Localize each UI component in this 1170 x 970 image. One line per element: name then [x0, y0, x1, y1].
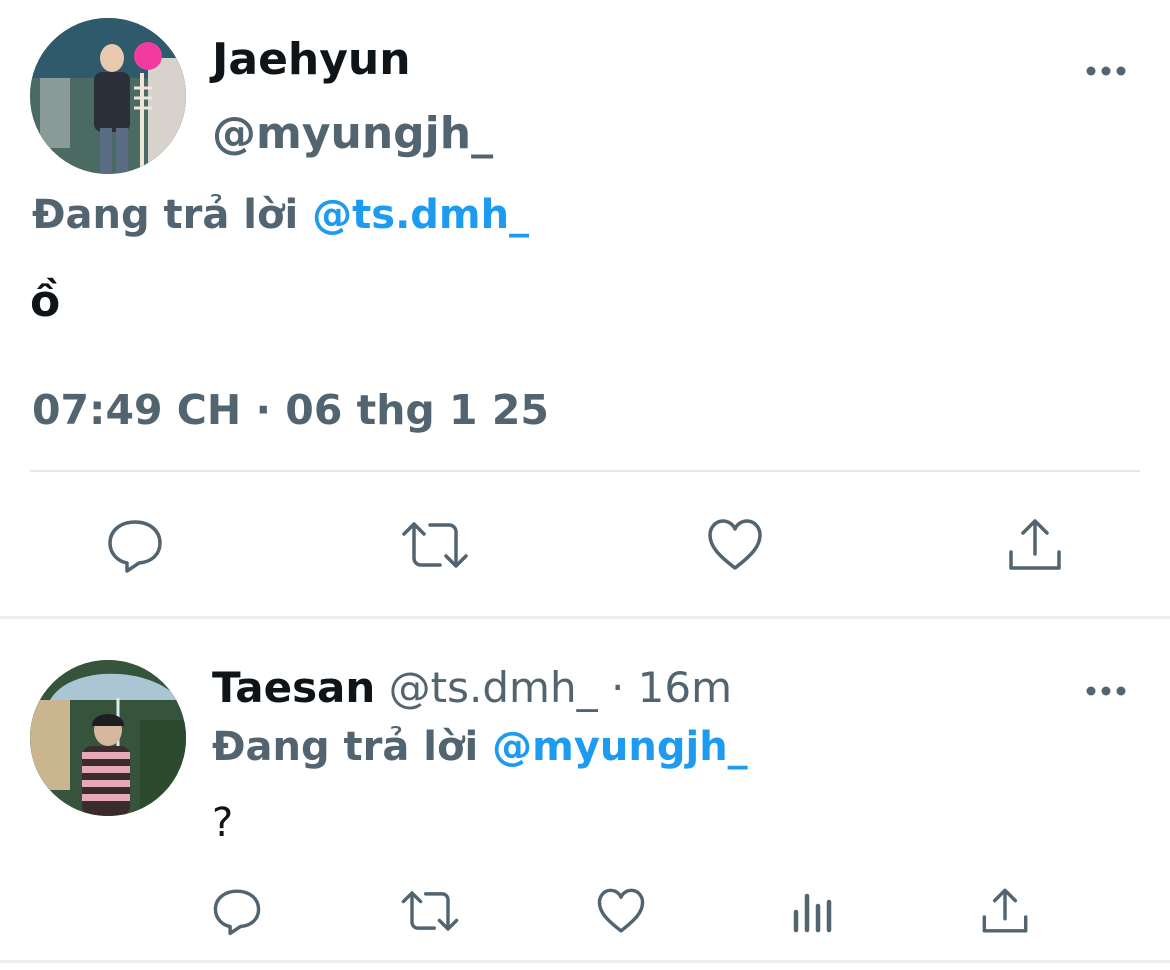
retweet-icon[interactable]: [400, 886, 460, 936]
divider: [0, 960, 1170, 963]
heart-icon[interactable]: [596, 886, 646, 936]
tweet-age[interactable]: 16m: [638, 663, 732, 712]
views-icon[interactable]: [790, 886, 836, 936]
tweet-text: ?: [212, 800, 234, 846]
tweet-header: Taesan @ts.dmh_ · 16m: [212, 662, 732, 714]
tweet-text: ồ: [30, 276, 61, 327]
avatar[interactable]: [30, 660, 186, 816]
retweet-icon[interactable]: [400, 516, 470, 574]
divider: [0, 616, 1170, 619]
reply-icon[interactable]: [106, 516, 164, 574]
more-horizontal-icon[interactable]: [1086, 62, 1126, 76]
share-icon[interactable]: [1006, 516, 1064, 574]
avatar[interactable]: [30, 18, 186, 174]
separator-dot: ·: [610, 663, 625, 712]
replying-to-prefix: Đang trả lời: [212, 724, 479, 770]
replying-to-line: Đang trả lời @myungjh_: [212, 722, 748, 772]
tweet-timestamp[interactable]: 07:49 CH · 06 thg 1 25: [32, 384, 549, 436]
reply-icon[interactable]: [212, 886, 262, 936]
avatar-image: [30, 18, 186, 174]
display-name[interactable]: Jaehyun: [212, 34, 411, 86]
display-name[interactable]: Taesan: [212, 663, 375, 712]
share-icon[interactable]: [980, 886, 1030, 936]
heart-icon[interactable]: [706, 516, 764, 574]
more-horizontal-icon[interactable]: [1086, 682, 1126, 696]
avatar-image: [30, 660, 186, 816]
user-handle[interactable]: @myungjh_: [212, 108, 493, 160]
mention-link[interactable]: @ts.dmh_: [312, 192, 529, 238]
replying-to-prefix: Đang trả lời: [32, 192, 299, 238]
user-handle[interactable]: @ts.dmh_: [389, 663, 598, 712]
divider: [30, 470, 1140, 472]
replying-to-line: Đang trả lời @ts.dmh_: [32, 190, 529, 240]
mention-link[interactable]: @myungjh_: [492, 724, 748, 770]
